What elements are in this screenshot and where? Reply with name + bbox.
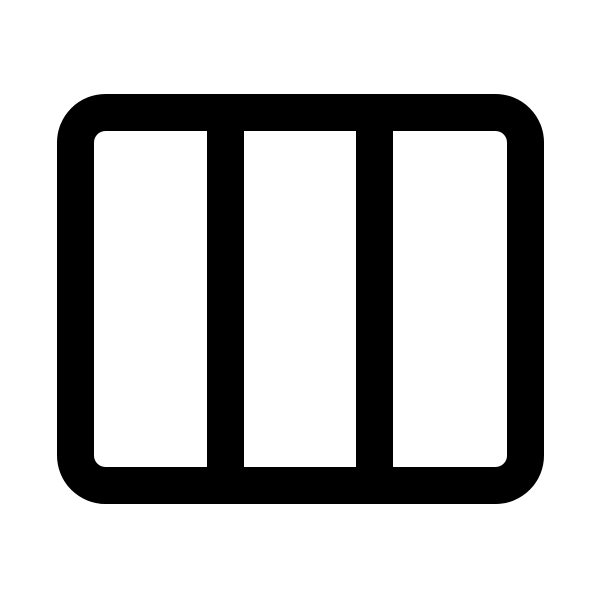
columns-three-icon <box>0 0 600 600</box>
icon-canvas <box>0 0 600 600</box>
